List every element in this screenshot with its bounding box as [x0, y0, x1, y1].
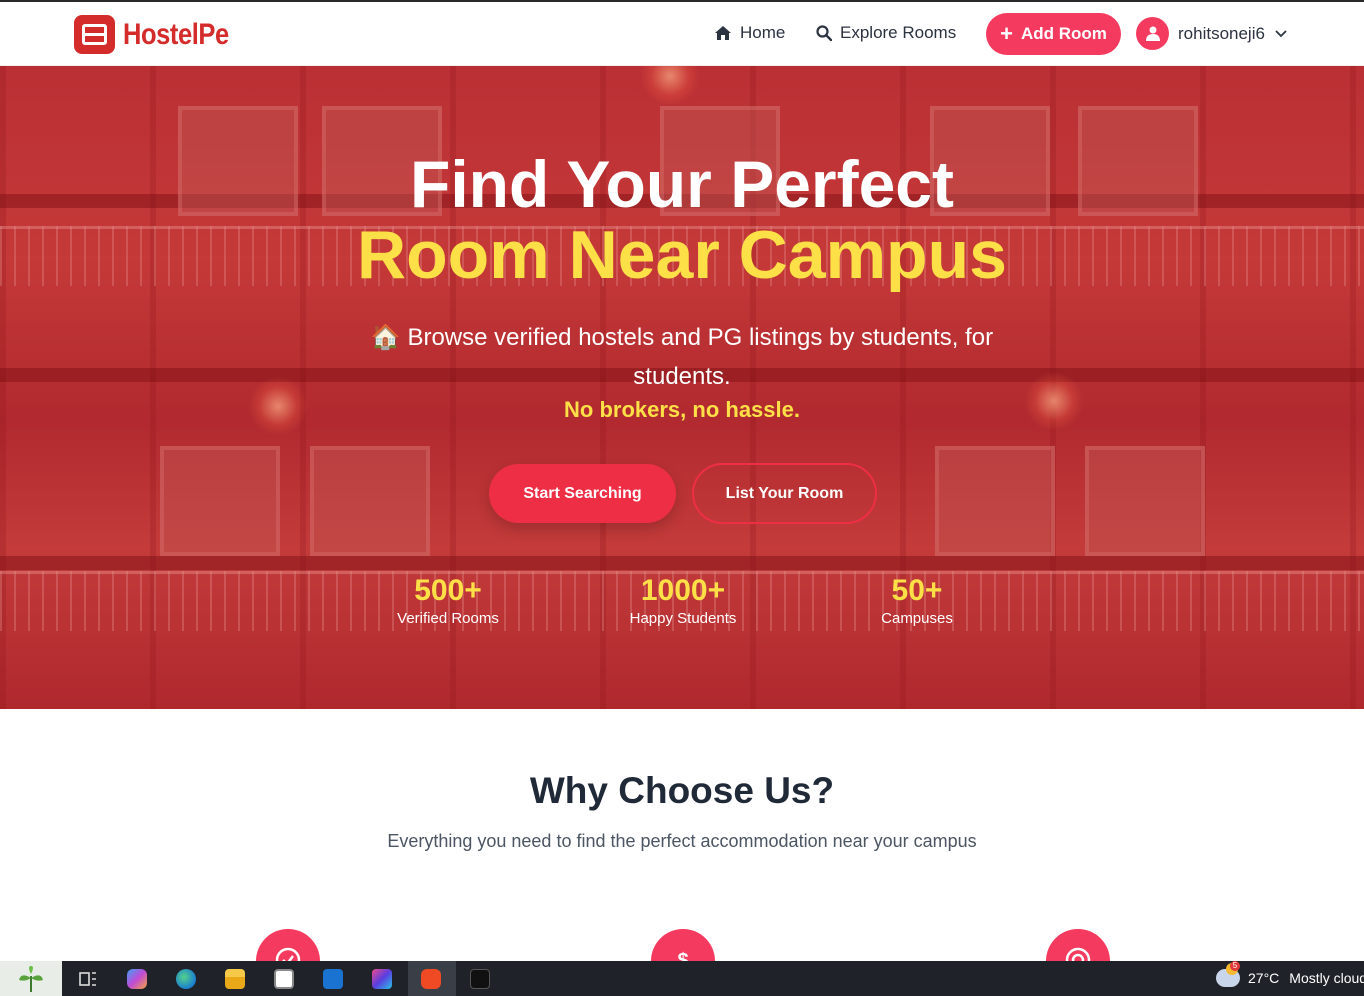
terminal-icon[interactable]: [470, 969, 490, 989]
stat-campuses: 50+ Campuses: [817, 572, 1017, 628]
hero-tagline: No brokers, no hassle.: [564, 397, 800, 422]
edge-icon[interactable]: [176, 969, 196, 989]
file-explorer-icon[interactable]: [225, 969, 245, 989]
navbar: HostelPe Home Explore Rooms + Add Room r…: [0, 2, 1364, 66]
user-icon: [1145, 26, 1160, 41]
chevron-down-icon: [1275, 29, 1287, 37]
list-your-room-button[interactable]: List Your Room: [692, 463, 877, 524]
stat-label: Campuses: [881, 610, 953, 627]
weather-badge: 5: [1230, 961, 1240, 971]
search-icon: [816, 25, 832, 41]
home-icon: [715, 26, 731, 40]
task-view-icon[interactable]: [78, 969, 98, 989]
start-button[interactable]: [0, 961, 62, 996]
hero-title-line1: Find Your Perfect: [410, 147, 954, 221]
stat-number: 50+: [891, 574, 943, 607]
user-menu[interactable]: rohitsoneji6: [1136, 17, 1287, 50]
stat-number: 500+: [414, 574, 482, 607]
stat-label: Verified Rooms: [397, 610, 499, 627]
cloud-icon: 5: [1216, 961, 1240, 987]
windows-taskbar: 5 27°C Mostly cloud: [0, 961, 1364, 996]
stat-number: 1000+: [640, 574, 726, 607]
username: rohitsoneji6: [1178, 23, 1265, 43]
nav-explore-link[interactable]: Explore Rooms: [816, 23, 956, 43]
why-choose-us-subtitle: Everything you need to find the perfect …: [387, 831, 977, 851]
plant-icon: [19, 965, 43, 992]
stat-label: Happy Students: [629, 610, 737, 627]
add-room-button[interactable]: + Add Room: [986, 13, 1121, 55]
nav-explore-label: Explore Rooms: [840, 23, 957, 42]
weather-temp: 27°C: [1248, 970, 1280, 986]
why-choose-us-title: Why Choose Us?: [529, 770, 835, 811]
weather-widget[interactable]: 5 27°C Mostly cloud: [1216, 961, 1364, 987]
intellij-icon[interactable]: [372, 969, 392, 989]
avatar: [1136, 17, 1169, 50]
store-icon[interactable]: [274, 969, 294, 989]
hostel-bed-icon: [74, 15, 115, 54]
start-searching-button[interactable]: Start Searching: [489, 464, 676, 523]
brave-icon[interactable]: [421, 969, 441, 989]
nav-home-label: Home: [740, 23, 786, 42]
outlook-icon[interactable]: [323, 969, 343, 989]
stat-verified-rooms: 500+ Verified Rooms: [348, 572, 548, 628]
copilot-icon[interactable]: [127, 969, 147, 989]
plus-icon: +: [1000, 21, 1013, 46]
add-room-label: Add Room: [1020, 24, 1107, 43]
hero-title-line2: Room Near Campus: [357, 217, 1007, 293]
stat-happy-students: 1000+ Happy Students: [583, 572, 783, 628]
nav-home-link[interactable]: Home: [714, 23, 785, 43]
hero-section: Find Your Perfect Room Near Campus 🏠 Bro…: [0, 66, 1364, 709]
brand-name: HostelPe: [123, 17, 229, 51]
brand-logo[interactable]: HostelPe: [74, 15, 247, 54]
hero-subtitle: 🏠 Browse verified hostels and PG listing…: [370, 324, 994, 390]
weather-desc: Mostly cloud: [1289, 970, 1364, 986]
